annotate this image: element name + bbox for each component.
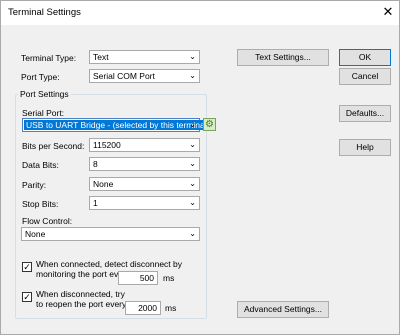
terminal-type-select[interactable]: Text ⌄ <box>89 50 200 64</box>
advanced-settings-button[interactable]: Advanced Settings... <box>237 301 329 318</box>
parity-select[interactable]: None ⌄ <box>89 177 200 191</box>
data-bits-select[interactable]: 8 ⌄ <box>89 157 200 171</box>
chevron-down-icon: ⌄ <box>189 140 196 149</box>
flow-control-label: Flow Control: <box>22 216 73 226</box>
chevron-down-icon: ⌄ <box>189 198 196 207</box>
serial-port-label: Serial Port: <box>22 108 65 118</box>
stop-bits-value: 1 <box>93 198 98 208</box>
detect-disconnect-checkbox[interactable]: ✓ <box>22 262 32 272</box>
flow-control-value: None <box>25 229 46 239</box>
chevron-down-icon: ⌄ <box>189 120 196 129</box>
terminal-type-label: Terminal Type: <box>21 53 77 63</box>
ok-button[interactable]: OK <box>339 49 391 66</box>
close-icon[interactable]: ✕ <box>379 3 397 21</box>
port-type-value: Serial COM Port <box>93 71 155 81</box>
data-bits-value: 8 <box>93 159 98 169</box>
detect-disconnect-unit: ms <box>163 273 175 283</box>
title-bar: Terminal Settings ✕ <box>1 1 399 25</box>
refresh-ports-icon[interactable]: ⚙ <box>203 118 216 131</box>
chevron-down-icon: ⌄ <box>189 179 196 188</box>
parity-label: Parity: <box>22 180 47 190</box>
detect-disconnect-line1: When connected, detect disconnect by <box>36 259 183 269</box>
parity-value: None <box>93 179 114 189</box>
serial-port-select[interactable]: USB to UART Bridge - (selected by this t… <box>22 118 212 132</box>
dialog-title: Terminal Settings <box>8 7 81 18</box>
defaults-button[interactable]: Defaults... <box>339 105 391 122</box>
reopen-port-line1: When disconnected, try <box>36 289 125 299</box>
chevron-down-icon: ⌄ <box>189 52 196 61</box>
terminal-settings-dialog: Terminal Settings ✕ Terminal Type: Text … <box>0 0 400 335</box>
stop-bits-select[interactable]: 1 ⌄ <box>89 196 200 210</box>
detect-disconnect-line2: monitoring the port every <box>36 269 131 279</box>
port-type-label: Port Type: <box>21 72 60 82</box>
port-type-select[interactable]: Serial COM Port ⌄ <box>89 69 200 83</box>
stop-bits-label: Stop Bits: <box>22 199 59 209</box>
flow-control-select[interactable]: None ⌄ <box>21 227 200 241</box>
port-settings-title: Port Settings <box>18 89 71 99</box>
data-bits-label: Data Bits: <box>22 160 59 170</box>
reopen-port-unit: ms <box>165 303 177 313</box>
reopen-port-checkbox[interactable]: ✓ <box>22 292 32 302</box>
bits-per-second-value: 115200 <box>93 140 121 150</box>
terminal-type-value: Text <box>93 52 109 62</box>
reopen-port-line2: to reopen the port every <box>36 299 127 309</box>
help-button[interactable]: Help <box>339 139 391 156</box>
text-settings-button[interactable]: Text Settings... <box>237 49 329 66</box>
chevron-down-icon: ⌄ <box>189 159 196 168</box>
detect-disconnect-interval-input[interactable]: 500 <box>118 271 158 285</box>
serial-port-value: USB to UART Bridge - (selected by this t… <box>24 120 212 130</box>
bits-per-second-select[interactable]: 115200 ⌄ <box>89 138 200 152</box>
reopen-port-interval-input[interactable]: 2000 <box>125 301 161 315</box>
cancel-button[interactable]: Cancel <box>339 68 391 85</box>
chevron-down-icon: ⌄ <box>189 71 196 80</box>
chevron-down-icon: ⌄ <box>189 229 196 238</box>
bits-per-second-label: Bits per Second: <box>22 141 85 151</box>
